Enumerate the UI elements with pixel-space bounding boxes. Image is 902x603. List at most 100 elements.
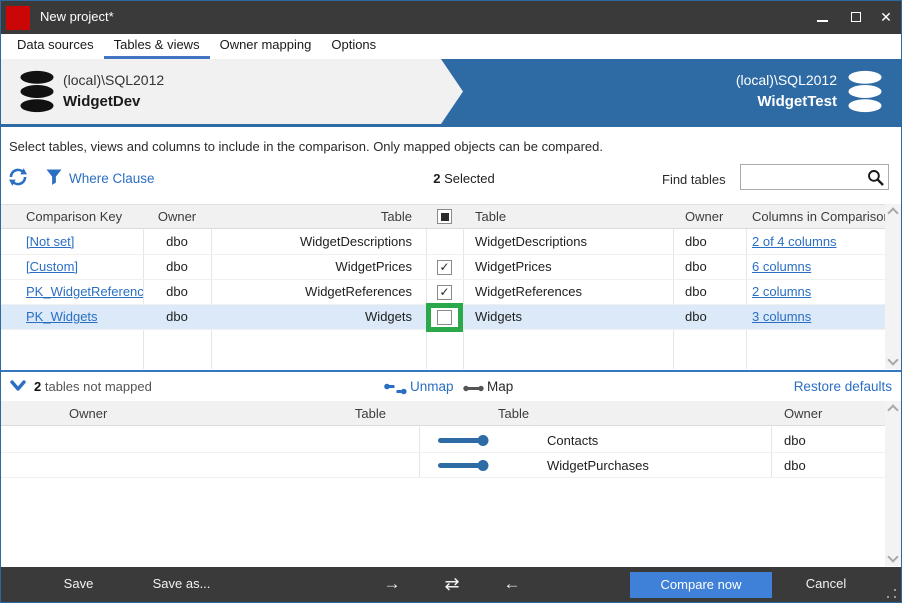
- resize-grip[interactable]: [887, 589, 896, 598]
- source-server: (local)\SQL2012: [63, 71, 164, 90]
- owner-cell: dbo: [143, 255, 211, 279]
- unmapped-owner: dbo: [784, 458, 806, 473]
- columns-in-comparison-link[interactable]: 2 of 4 columns: [752, 234, 837, 249]
- scroll-up-icon[interactable]: [887, 404, 898, 415]
- save-button[interactable]: Save: [51, 576, 106, 591]
- unmap-icon[interactable]: [384, 382, 407, 396]
- checkbox-cell-empty: [426, 230, 463, 254]
- unmapped-grid-header: Owner Table Table Owner: [1, 401, 885, 426]
- tab-bar: Data sources Tables & views Owner mappin…: [1, 34, 901, 59]
- comparison-key-link[interactable]: [Custom]: [26, 259, 78, 274]
- owner-cell: dbo: [673, 255, 746, 279]
- table-cell-right: Widgets: [463, 305, 673, 329]
- window-title: New project*: [40, 9, 114, 24]
- tab-tables-views[interactable]: Tables & views: [104, 34, 210, 59]
- half-connector-icon: [438, 459, 489, 472]
- scroll-up-icon[interactable]: [887, 207, 898, 218]
- indeterminate-mark: [441, 213, 449, 221]
- not-mapped-label: tables not mapped: [41, 379, 152, 394]
- owner-cell: dbo: [673, 280, 746, 304]
- columns-in-comparison-link[interactable]: 3 columns: [752, 309, 811, 324]
- table-row-widgetreferences[interactable]: PK_WidgetReference dbo WidgetReferences …: [1, 280, 885, 305]
- tab-options[interactable]: Options: [321, 34, 386, 59]
- datasource-banner: (local)\SQL2012 WidgetDev (local)\SQL201…: [1, 59, 901, 127]
- table-cell-right: WidgetDescriptions: [463, 230, 673, 254]
- header-owner-left[interactable]: Owner: [143, 205, 211, 228]
- save-as-button[interactable]: Save as...: [144, 576, 219, 591]
- columns-in-comparison-link[interactable]: 6 columns: [752, 259, 811, 274]
- filter-icon[interactable]: [45, 168, 63, 186]
- find-tables-searchbox: [740, 164, 889, 190]
- row-checkbox-unchecked[interactable]: [437, 310, 452, 325]
- header-owner-right[interactable]: Owner: [673, 205, 746, 228]
- tab-owner-mapping[interactable]: Owner mapping: [210, 34, 322, 59]
- database-icon: [17, 70, 57, 113]
- maximize-icon: [851, 12, 861, 22]
- sync-left-icon[interactable]: ←: [499, 574, 525, 594]
- table-row-widgets-selected[interactable]: PK_Widgets dbo Widgets Widgets dbo 3 col…: [1, 305, 885, 330]
- maximize-button[interactable]: [841, 1, 871, 34]
- scroll-down-icon[interactable]: [887, 354, 898, 365]
- header-table-left[interactable]: Table: [211, 205, 426, 228]
- row-checkbox-checked[interactable]: ✓: [437, 260, 452, 275]
- highlight-box: [426, 303, 463, 332]
- selected-count: 2 Selected: [414, 171, 514, 186]
- table-cell-left: WidgetReferences: [211, 280, 426, 304]
- comparison-key-link[interactable]: [Not set]: [26, 234, 74, 249]
- map-link[interactable]: Map: [487, 379, 513, 394]
- owner-cell: dbo: [143, 280, 211, 304]
- search-input[interactable]: [744, 166, 862, 188]
- unmapped-grid-scrollbar[interactable]: [885, 401, 902, 566]
- owner-cell: dbo: [673, 230, 746, 254]
- row-checkbox-checked[interactable]: ✓: [437, 285, 452, 300]
- table-row-widgetprices[interactable]: [Custom] dbo WidgetPrices ✓ WidgetPrices…: [1, 255, 885, 280]
- compare-now-button[interactable]: Compare now: [630, 572, 772, 598]
- header-comparison-key[interactable]: Comparison Key: [1, 205, 143, 228]
- sync-right-icon[interactable]: →: [379, 574, 405, 594]
- unmap-link[interactable]: Unmap: [410, 379, 454, 394]
- collapse-chevron-icon[interactable]: [10, 380, 26, 392]
- owner-cell: dbo: [143, 305, 211, 329]
- close-button[interactable]: ✕: [871, 1, 901, 34]
- scroll-down-icon[interactable]: [887, 551, 898, 562]
- tables-grid-scrollbar[interactable]: [885, 204, 902, 369]
- table-cell-right: WidgetPrices: [463, 255, 673, 279]
- owner-cell: dbo: [143, 230, 211, 254]
- unmapped-row-contacts[interactable]: Contacts dbo: [1, 428, 885, 453]
- restore-defaults-link[interactable]: Restore defaults: [794, 379, 892, 394]
- table-cell-right: WidgetReferences: [463, 280, 673, 304]
- swap-direction-icon[interactable]: ⇄: [437, 574, 467, 595]
- select-all-checkbox[interactable]: [437, 209, 452, 224]
- header-table-left[interactable]: Table: [341, 406, 386, 421]
- half-connector-icon: [438, 434, 489, 447]
- owner-cell: dbo: [673, 305, 746, 329]
- tab-data-sources[interactable]: Data sources: [7, 34, 104, 59]
- table-row-widgetdescriptions[interactable]: [Not set] dbo WidgetDescriptions WidgetD…: [1, 230, 885, 255]
- where-clause-link[interactable]: Where Clause: [69, 171, 155, 186]
- minimize-icon: [817, 20, 828, 22]
- tables-grid: Comparison Key Owner Table Table Owner C…: [1, 204, 885, 369]
- find-tables-label: Find tables: [662, 172, 726, 187]
- unmapped-grid: Owner Table Table Owner Contacts dbo Wid…: [1, 401, 885, 566]
- header-table-right[interactable]: Table: [463, 205, 673, 228]
- header-table-right[interactable]: Table: [498, 406, 529, 421]
- unmapped-owner: dbo: [784, 433, 806, 448]
- search-icon[interactable]: [866, 168, 885, 187]
- source-database: WidgetDev: [63, 92, 164, 111]
- table-cell-left: WidgetPrices: [211, 255, 426, 279]
- header-columns-in-comparison[interactable]: Columns in Comparison: [746, 205, 885, 228]
- comparison-key-link[interactable]: PK_WidgetReference: [26, 284, 143, 299]
- header-owner-right[interactable]: Owner: [784, 406, 822, 421]
- unmapped-row-widgetpurchases[interactable]: WidgetPurchases dbo: [1, 453, 885, 478]
- columns-in-comparison-link[interactable]: 2 columns: [752, 284, 811, 299]
- comparison-key-link[interactable]: PK_Widgets: [26, 309, 98, 324]
- target-server: (local)\SQL2012: [736, 71, 837, 90]
- unmapped-table-name: WidgetPurchases: [547, 458, 649, 473]
- database-icon: [845, 70, 885, 113]
- header-owner-left[interactable]: Owner: [69, 406, 107, 421]
- map-icon[interactable]: [463, 382, 484, 395]
- tables-grid-header: Comparison Key Owner Table Table Owner C…: [1, 204, 885, 229]
- minimize-button[interactable]: [807, 1, 837, 34]
- cancel-button[interactable]: Cancel: [796, 576, 856, 591]
- refresh-icon[interactable]: [8, 167, 28, 187]
